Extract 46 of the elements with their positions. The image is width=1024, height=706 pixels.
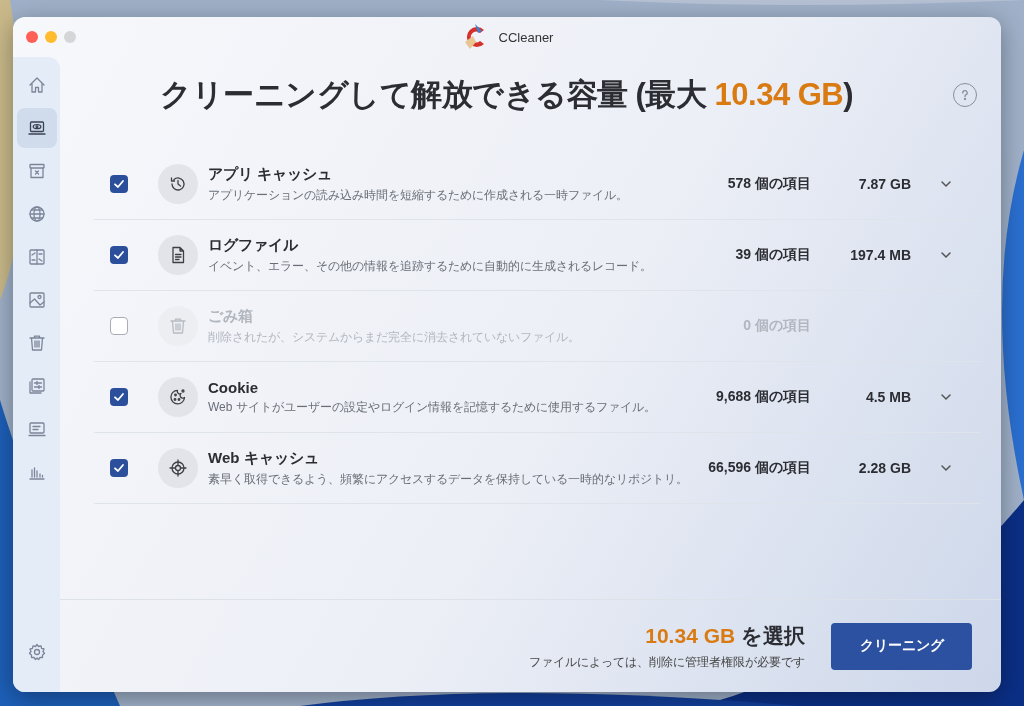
settings-icon: [26, 642, 47, 662]
item-description: イベント、エラー、その他の情報を追跡するために自動的に生成されるレコード。: [208, 257, 653, 275]
sliders-icon: [26, 376, 47, 396]
checkbox[interactable]: [110, 175, 128, 193]
minimize-button[interactable]: [45, 31, 57, 43]
item-count: 578 個の項目: [727, 175, 811, 191]
item-description: 素早く取得できるよう、頻繁にアクセスするデータを保持している一時的なリポジトリ。: [208, 470, 689, 488]
checkmark-icon: [113, 178, 125, 190]
item-size: 2.28 GB: [858, 460, 911, 476]
item-size: 197.4 MB: [850, 247, 911, 263]
item-size: 7.87 GB: [858, 176, 911, 192]
trash-icon: [168, 316, 188, 336]
item-count: 66,596 個の項目: [708, 459, 811, 475]
window-title: CCleaner: [498, 29, 554, 45]
admin-note: ファイルによっては、削除に管理者権限が必要です: [529, 653, 805, 671]
item-size: 4.5 MB: [865, 389, 911, 405]
item-count: 39 個の項目: [735, 246, 811, 262]
checkmark-icon: [113, 462, 125, 474]
item-title: アプリ キャッシュ: [208, 164, 334, 184]
checkbox[interactable]: [110, 388, 128, 406]
crosshair-icon: [168, 458, 188, 478]
cookie-icon: [168, 387, 188, 407]
image-icon: [26, 290, 47, 310]
selected-size: 10.34 GB を選択: [644, 622, 805, 649]
item-description: Web サイトがユーザーの設定やログイン情報を記憶するために使用するファイル。: [208, 398, 657, 416]
item-title: Web キャッシュ: [208, 448, 320, 468]
monitor-icon: [26, 419, 47, 439]
split-panels-icon: [26, 247, 47, 267]
checkbox[interactable]: [110, 246, 128, 264]
history-icon: [168, 174, 188, 194]
checkmark-icon: [113, 391, 125, 403]
sidebar-item[interactable]: [16, 108, 57, 148]
item-title: Cookie: [208, 378, 259, 396]
close-button[interactable]: [26, 31, 38, 43]
archive-box-icon: [26, 161, 47, 181]
item-description: アプリケーションの読み込み時間を短縮するために作成される一時ファイル。: [208, 186, 629, 204]
checkmark-icon: [113, 249, 125, 261]
clean-button[interactable]: クリーニング: [831, 622, 972, 670]
laptop-eye-icon: [26, 118, 47, 138]
page-heading: クリーニングして解放できる容量 (最大 10.34 GB): [160, 76, 855, 114]
globe-icon: [26, 204, 47, 224]
item-title: ログファイル: [208, 235, 299, 255]
question-mark-icon: [959, 89, 971, 101]
item-count: 9,688 個の項目: [716, 388, 811, 404]
checkbox[interactable]: [110, 459, 128, 477]
item-title: ごみ箱: [208, 306, 254, 326]
